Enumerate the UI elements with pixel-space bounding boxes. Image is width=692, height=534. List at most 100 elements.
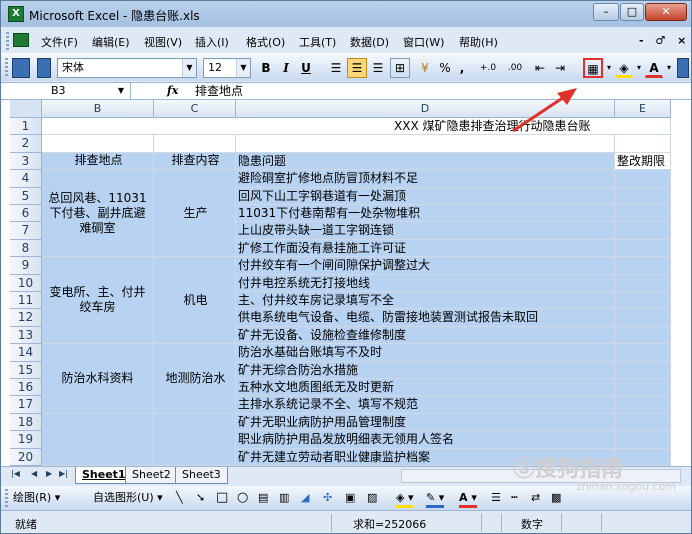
tab-sheet1[interactable]: Sheet1	[75, 467, 133, 484]
last-sheet-icon[interactable]: ▶|	[59, 469, 68, 478]
deadline-cell[interactable]	[615, 187, 671, 205]
row-header-10[interactable]: 10	[10, 274, 42, 292]
group-content-cell[interactable]: 机电	[154, 257, 236, 345]
issue-cell[interactable]: 避险硐室扩修地点防冒顶材料不足	[236, 170, 615, 188]
align-right-icon[interactable]: ☰	[368, 58, 388, 78]
vertical-textbox-icon[interactable]: ▥	[279, 490, 289, 508]
increase-decimal-button[interactable]: +.0	[475, 58, 501, 78]
issue-cell[interactable]: 11031下付巷南帮有一处杂物堆积	[236, 205, 615, 223]
close-button[interactable]: ✕	[645, 3, 687, 21]
tab-sheet2[interactable]: Sheet2	[125, 467, 178, 484]
deadline-cell[interactable]	[615, 431, 671, 449]
draw-fill-color-icon[interactable]: ◈ ▾	[396, 490, 414, 508]
row-header-13[interactable]: 13	[10, 326, 42, 345]
dash-style-icon[interactable]: ┅	[511, 490, 518, 508]
name-box[interactable]: B3 ▼	[1, 83, 131, 99]
issue-cell[interactable]: 矿井无设备、设施检查维修制度	[236, 326, 615, 345]
underline-button[interactable]: U	[297, 58, 315, 78]
column-header-b[interactable]: B	[42, 100, 154, 118]
issue-cell[interactable]: 供电系统电气设备、电缆、防雷接地装置测试报告未取回	[236, 309, 615, 327]
draw-font-color-icon[interactable]: A ▾	[459, 490, 477, 508]
tab-sheet3[interactable]: Sheet3	[175, 467, 228, 484]
deadline-cell[interactable]	[615, 257, 671, 275]
deadline-cell[interactable]	[615, 309, 671, 327]
row-header-8[interactable]: 8	[10, 239, 42, 258]
header-issue-cell[interactable]: 隐患问题	[236, 152, 615, 171]
insert-function-button[interactable]: fx	[167, 83, 178, 99]
issue-cell[interactable]: 主、付井绞车房记录填写不全	[236, 292, 615, 310]
deadline-cell[interactable]	[615, 239, 671, 258]
empty-place-cell[interactable]	[42, 413, 154, 466]
line-icon[interactable]: ╲	[176, 490, 183, 508]
excel-app-icon[interactable]: X	[8, 6, 24, 22]
formula-input[interactable]: 排查地点	[195, 83, 243, 99]
group-place-cell[interactable]: 防治水科资料	[42, 344, 154, 414]
drawbar-grip[interactable]	[5, 489, 8, 507]
font-size-select[interactable]: 12 ▼	[203, 58, 251, 78]
draw-menu-button[interactable]: 绘图(R) ▾	[13, 490, 60, 508]
deadline-cell[interactable]	[615, 448, 671, 466]
bold-button[interactable]: B	[257, 58, 275, 78]
menu-format[interactable]: 格式(O)	[246, 34, 285, 50]
row-header-6[interactable]: 6	[10, 205, 42, 223]
fill-color-icon[interactable]: ◈	[615, 58, 633, 78]
spreadsheet-grid[interactable]: B C D E 1 2 3 4 5 6 7 8 9 10 11 12 13 14 15 16 17 18 19 20 XXX 煤…	[1, 100, 691, 466]
doc-icon[interactable]	[13, 33, 29, 47]
chevron-down-icon[interactable]: ▾	[665, 58, 673, 78]
issue-cell[interactable]: 回风下山工字钢巷道有一处漏顶	[236, 187, 615, 205]
row-header-17[interactable]: 17	[10, 396, 42, 414]
empty-content-cell[interactable]	[154, 413, 236, 466]
deadline-cell[interactable]	[615, 205, 671, 223]
empty-cell[interactable]	[154, 135, 236, 153]
toolbar-options-icon[interactable]	[37, 58, 51, 78]
picture-icon[interactable]: ▨	[367, 490, 377, 508]
issue-cell[interactable]: 矿井无综合防治水措施	[236, 361, 615, 379]
row-header-1[interactable]: 1	[10, 118, 42, 136]
deadline-cell[interactable]	[615, 344, 671, 362]
first-sheet-icon[interactable]: |◀	[11, 469, 20, 478]
row-header-3[interactable]: 3	[10, 152, 42, 171]
font-color-icon[interactable]: A	[645, 58, 663, 78]
column-header-e[interactable]: E	[615, 100, 671, 118]
chevron-down-icon[interactable]: ▼	[236, 59, 250, 77]
align-center-icon[interactable]: ☰	[347, 58, 367, 78]
menu-grip[interactable]	[6, 32, 9, 50]
issue-cell[interactable]: 五种水文地质图纸无及时更新	[236, 379, 615, 397]
row-header-20[interactable]: 20	[10, 448, 42, 466]
row-header-16[interactable]: 16	[10, 379, 42, 397]
group-place-cell[interactable]: 变电所、主、付井绞车房	[42, 257, 154, 345]
next-sheet-icon[interactable]: ▶	[46, 469, 52, 478]
merge-center-icon[interactable]: ⊞	[390, 58, 410, 78]
percent-button[interactable]: %	[437, 58, 453, 78]
line-style-icon[interactable]: ☰	[491, 490, 501, 508]
increase-indent-icon[interactable]: ⇥	[551, 58, 569, 78]
chevron-down-icon[interactable]: ▼	[182, 59, 196, 77]
row-header-18[interactable]: 18	[10, 413, 42, 432]
arrow-icon[interactable]: ➘	[196, 490, 205, 508]
deadline-cell[interactable]	[615, 396, 671, 414]
menu-edit[interactable]: 编辑(E)	[92, 34, 130, 50]
sheet-title-row[interactable]: XXX 煤矿隐患排查治理行动隐患台账	[42, 118, 671, 136]
select-all-corner[interactable]	[10, 100, 42, 118]
group-content-cell[interactable]: 地测防治水	[154, 344, 236, 414]
save-icon[interactable]	[12, 58, 30, 78]
wordart-icon[interactable]: ◢	[301, 490, 309, 508]
header-content-cell[interactable]: 排查内容	[154, 152, 236, 171]
row-header-4[interactable]: 4	[10, 170, 42, 188]
column-header-d[interactable]: D	[236, 100, 615, 118]
header-deadline-cell[interactable]: 整改期限	[615, 152, 671, 171]
deadline-cell[interactable]	[615, 292, 671, 310]
deadline-cell[interactable]	[615, 222, 671, 240]
maximize-button[interactable]: □	[620, 3, 644, 21]
textbox-icon[interactable]: ▤	[258, 490, 268, 508]
row-header-9[interactable]: 9	[10, 257, 42, 275]
deadline-cell[interactable]	[615, 274, 671, 292]
italic-button[interactable]: I	[277, 58, 295, 78]
row-header-19[interactable]: 19	[10, 431, 42, 449]
group-content-cell[interactable]: 生产	[154, 170, 236, 258]
decrease-indent-icon[interactable]: ⇤	[531, 58, 549, 78]
row-header-2[interactable]: 2	[10, 135, 42, 153]
empty-cell[interactable]	[42, 135, 154, 153]
group-place-cell[interactable]: 总回风巷、11031下付巷、副井底避难硐室	[42, 170, 154, 258]
clipart-icon[interactable]: ▣	[345, 490, 355, 508]
